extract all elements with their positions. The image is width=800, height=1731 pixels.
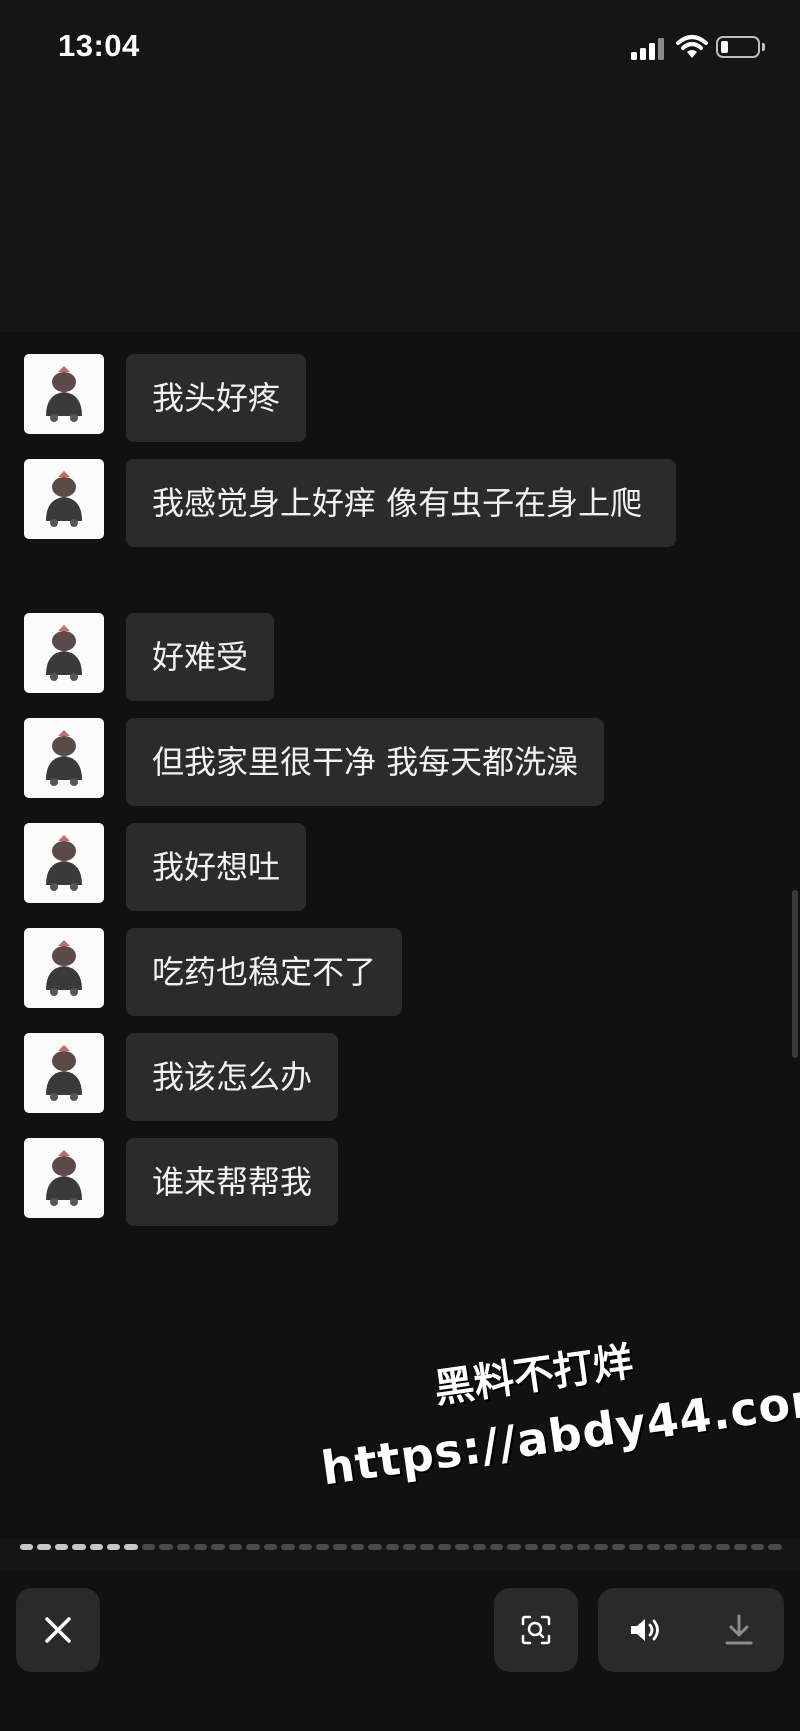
progress-segment [542,1544,556,1550]
progress-segment [507,1544,521,1550]
story-progress [20,1544,782,1554]
avatar[interactable] [24,459,104,539]
progress-segment [194,1544,208,1550]
progress-segment [20,1544,34,1550]
progress-segment [385,1544,399,1550]
progress-segment [263,1544,278,1550]
progress-segment [315,1544,330,1550]
status-bar: 13:04 [0,0,800,96]
avatar[interactable] [24,1033,104,1113]
message-bubble[interactable]: 但我家里很干净 我每天都洗澡 [126,718,605,806]
progress-segment [681,1544,695,1550]
progress-segment [176,1544,191,1550]
progress-segment [664,1544,678,1550]
download-button[interactable] [723,1613,755,1647]
message-row: 我该怎么办 [24,1033,339,1121]
progress-segment [37,1544,51,1550]
progress-segment [716,1544,730,1550]
message-bubble[interactable]: 我感觉身上好痒 像有虫子在身上爬 [126,459,676,547]
battery-icon [716,36,760,58]
message-row: 但我家里很干净 我每天都洗澡 [24,718,605,806]
progress-segment [107,1544,121,1550]
media-controls [598,1588,784,1672]
message-bubble[interactable]: 我头好疼 [126,354,307,442]
scan-text-icon [521,1615,551,1645]
progress-segment [524,1544,539,1550]
download-icon [725,1614,752,1645]
progress-segment [420,1544,434,1550]
message-row: 我好想吐 [24,823,307,911]
volume-icon [630,1619,659,1641]
progress-segment [455,1544,469,1550]
progress-segment [577,1544,591,1550]
close-icon [45,1617,71,1643]
message-row: 谁来帮帮我 [24,1138,339,1226]
top-blank-area [0,96,800,332]
message-bubble[interactable]: 吃药也稳定不了 [126,928,403,1016]
message-bubble[interactable]: 谁来帮帮我 [126,1138,339,1226]
progress-segment [611,1544,626,1550]
progress-segment [733,1544,748,1550]
progress-segment [472,1544,486,1550]
progress-segment [124,1544,138,1550]
volume-button[interactable] [628,1615,664,1645]
screen: 13:04 我头好疼 我感觉身上好痒 像有虫子在身上爬 好难受 但我家里很干净 … [0,0,800,1731]
progress-segment [437,1544,452,1550]
progress-segment [768,1544,782,1550]
scroll-indicator[interactable] [792,890,798,1058]
avatar[interactable] [24,1138,104,1218]
progress-segment [298,1544,312,1550]
progress-segment [594,1544,608,1550]
progress-segment [333,1544,347,1550]
message-bubble[interactable]: 好难受 [126,613,275,701]
avatar[interactable] [24,613,104,693]
message-row: 我感觉身上好痒 像有虫子在身上爬 [24,459,676,547]
scan-text-button[interactable] [494,1588,578,1672]
battery-level [721,41,728,53]
progress-segment [489,1544,504,1550]
avatar[interactable] [24,928,104,1008]
avatar[interactable] [24,718,104,798]
cellular-signal-icon [631,38,667,60]
progress-segment [72,1544,86,1550]
progress-segment [629,1544,643,1550]
progress-segment [368,1544,382,1550]
progress-segment [646,1544,661,1550]
progress-segment [281,1544,295,1550]
message-row: 好难受 [24,613,275,701]
bottom-toolbar [0,1570,800,1731]
avatar[interactable] [24,354,104,434]
message-row: 吃药也稳定不了 [24,928,403,1016]
progress-segment [559,1544,573,1550]
progress-segment [402,1544,417,1550]
battery-cap [762,43,765,51]
close-button[interactable] [16,1588,100,1672]
progress-segment [159,1544,173,1550]
message-row: 我头好疼 [24,354,307,442]
progress-segment [54,1544,69,1550]
progress-segment [141,1544,156,1550]
progress-segment [89,1544,104,1550]
progress-segment [698,1544,713,1550]
wifi-icon [676,34,708,60]
progress-segment [246,1544,260,1550]
status-time: 13:04 [58,28,140,63]
progress-segment [228,1544,243,1550]
message-bubble[interactable]: 我好想吐 [126,823,307,911]
progress-segment [350,1544,365,1550]
avatar[interactable] [24,823,104,903]
message-bubble[interactable]: 我该怎么办 [126,1033,339,1121]
progress-segment [211,1544,225,1550]
progress-segment [751,1544,765,1550]
